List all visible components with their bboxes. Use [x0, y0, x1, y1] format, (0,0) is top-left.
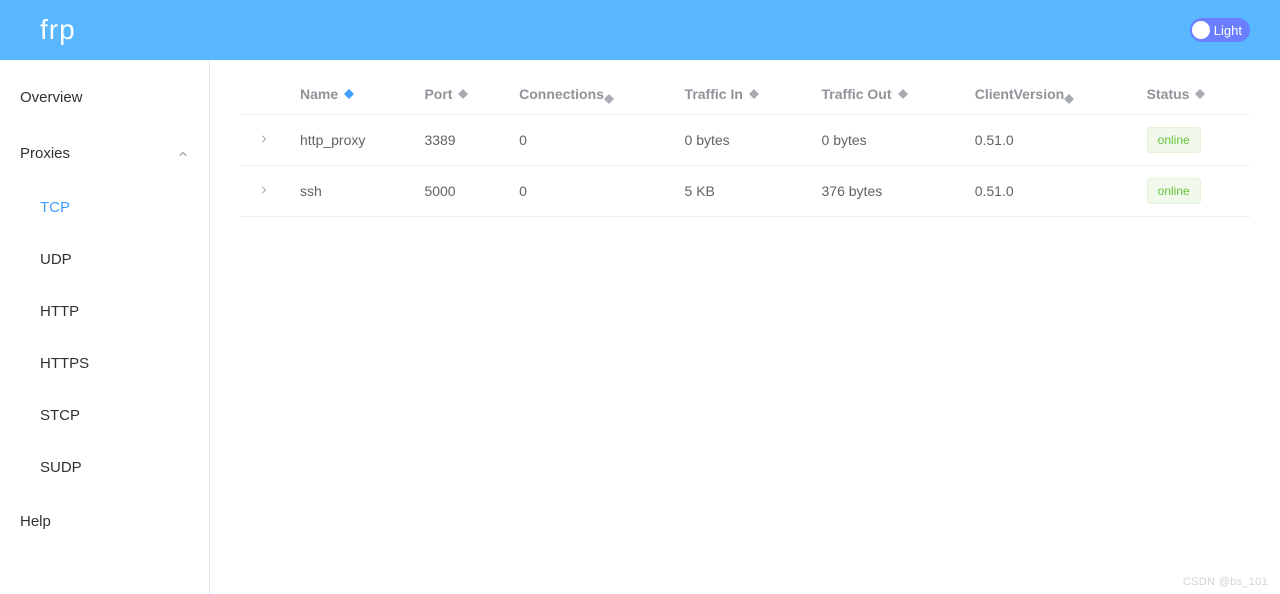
- cell-traffic-out: 0 bytes: [810, 115, 963, 166]
- sort-icon[interactable]: [1195, 89, 1205, 99]
- proxies-table: Name Port Connections Traffic In Traffic…: [240, 76, 1250, 217]
- cell-traffic-out: 376 bytes: [810, 166, 963, 217]
- expand-row-icon[interactable]: [240, 115, 288, 166]
- sort-icon[interactable]: [458, 89, 468, 99]
- table-body: http_proxy 3389 0 0 bytes 0 bytes 0.51.0…: [240, 115, 1250, 217]
- col-client-version[interactable]: ClientVersion: [963, 76, 1135, 115]
- col-status[interactable]: Status: [1135, 76, 1250, 115]
- table-header-row: Name Port Connections Traffic In Traffic…: [240, 76, 1250, 115]
- sidebar-item-udp[interactable]: UDP: [0, 234, 209, 286]
- theme-toggle[interactable]: Light: [1190, 18, 1250, 42]
- app-header: frp Light: [0, 0, 1280, 60]
- col-traffic-out[interactable]: Traffic Out: [810, 76, 963, 115]
- col-name[interactable]: Name: [288, 76, 412, 115]
- sidebar-submenu-proxies[interactable]: Proxies: [0, 126, 209, 182]
- table-row: http_proxy 3389 0 0 bytes 0 bytes 0.51.0…: [240, 115, 1250, 166]
- sidebar-submenu-list: TCP UDP HTTP HTTPS STCP SUDP: [0, 182, 209, 494]
- cell-client-version: 0.51.0: [963, 115, 1135, 166]
- main-content: Name Port Connections Traffic In Traffic…: [210, 60, 1280, 594]
- cell-status: online: [1135, 166, 1250, 217]
- sidebar-item-stcp[interactable]: STCP: [0, 390, 209, 442]
- status-badge: online: [1147, 178, 1201, 204]
- sidebar-item-https[interactable]: HTTPS: [0, 338, 209, 390]
- cell-connections: 0: [507, 115, 672, 166]
- cell-port: 3389: [412, 115, 507, 166]
- cell-traffic-in: 5 KB: [673, 166, 810, 217]
- sidebar-item-http[interactable]: HTTP: [0, 286, 209, 338]
- cell-traffic-in: 0 bytes: [673, 115, 810, 166]
- cell-name: http_proxy: [288, 115, 412, 166]
- sort-icon[interactable]: [898, 89, 908, 99]
- col-port[interactable]: Port: [412, 76, 507, 115]
- cell-client-version: 0.51.0: [963, 166, 1135, 217]
- sidebar-item-help[interactable]: Help: [0, 494, 209, 550]
- col-expand: [240, 76, 288, 115]
- sort-icon[interactable]: [604, 94, 614, 104]
- col-traffic-in[interactable]: Traffic In: [673, 76, 810, 115]
- theme-toggle-label: Light: [1214, 23, 1242, 38]
- table-row: ssh 5000 0 5 KB 376 bytes 0.51.0 online: [240, 166, 1250, 217]
- toggle-knob: [1192, 21, 1210, 39]
- cell-port: 5000: [412, 166, 507, 217]
- sidebar-item-overview[interactable]: Overview: [0, 70, 209, 126]
- sort-icon[interactable]: [1064, 94, 1074, 104]
- cell-connections: 0: [507, 166, 672, 217]
- sort-icon[interactable]: [344, 89, 354, 99]
- sidebar-item-sudp[interactable]: SUDP: [0, 442, 209, 494]
- app-logo: frp: [40, 14, 76, 46]
- expand-row-icon[interactable]: [240, 166, 288, 217]
- sidebar: Overview Proxies TCP UDP HTTP HTTPS STCP…: [0, 60, 210, 594]
- watermark-text: CSDN @bs_101: [1183, 576, 1268, 588]
- cell-status: online: [1135, 115, 1250, 166]
- sidebar-submenu-label: Proxies: [20, 126, 70, 182]
- chevron-up-icon: [177, 148, 189, 160]
- cell-name: ssh: [288, 166, 412, 217]
- sidebar-item-tcp[interactable]: TCP: [0, 182, 209, 234]
- sort-icon[interactable]: [749, 89, 759, 99]
- col-connections[interactable]: Connections: [507, 76, 672, 115]
- status-badge: online: [1147, 127, 1201, 153]
